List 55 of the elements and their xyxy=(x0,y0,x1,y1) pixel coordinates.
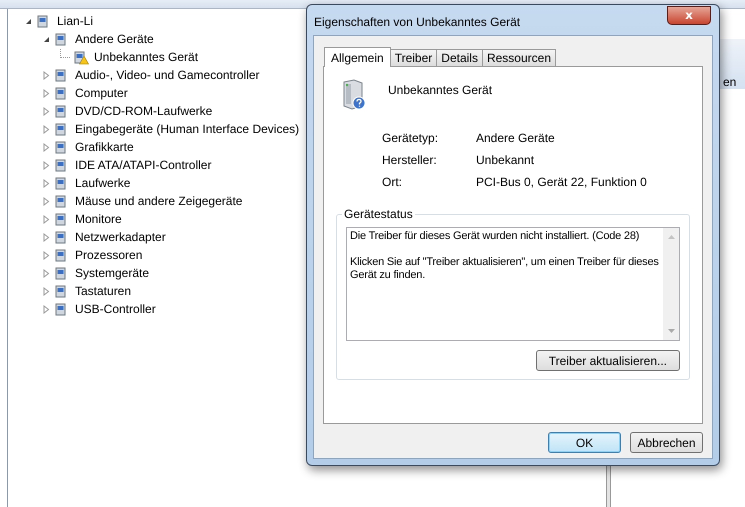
update-driver-button[interactable]: Treiber aktualisieren... xyxy=(536,350,680,371)
device-name: Unbekanntes Gerät xyxy=(388,83,492,97)
expand-arrow-icon[interactable] xyxy=(42,268,51,278)
tree-item-label[interactable]: Prozessoren xyxy=(73,248,142,262)
collapse-arrow-icon[interactable] xyxy=(24,16,33,26)
expand-arrow-icon[interactable] xyxy=(42,70,51,80)
expand-arrow-icon[interactable] xyxy=(42,232,51,242)
tree-item-label[interactable]: Systemgeräte xyxy=(73,266,150,280)
tree-item-label[interactable]: DVD/CD-ROM-Laufwerke xyxy=(73,104,212,118)
expand-arrow-icon[interactable] xyxy=(42,160,51,170)
tree-item-label[interactable]: Netzwerkadapter xyxy=(73,230,166,244)
tree-item-label[interactable]: Tastaturen xyxy=(73,284,132,298)
tree-item-label[interactable]: USB-Controller xyxy=(73,302,156,316)
tree-item-label[interactable]: Audio-, Video- und Gamecontroller xyxy=(73,68,260,82)
tree-item-label[interactable]: Grafikkarte xyxy=(73,140,134,154)
expand-arrow-icon[interactable] xyxy=(42,250,51,260)
tab[interactable]: Details xyxy=(436,49,483,66)
tree-item-label[interactable]: Laufwerke xyxy=(73,176,130,190)
expand-arrow-icon[interactable] xyxy=(42,142,51,152)
expand-arrow-icon[interactable] xyxy=(42,88,51,98)
expand-arrow-icon[interactable] xyxy=(42,196,51,206)
tree-item-label[interactable]: Computer xyxy=(73,86,128,100)
scroll-up-icon[interactable] xyxy=(668,235,674,239)
pane-text: en xyxy=(723,75,738,89)
tree-item-label[interactable]: Unbekanntes Gerät xyxy=(92,50,198,64)
expand-arrow-icon[interactable] xyxy=(42,178,51,188)
tree-item-label[interactable]: Eingabegeräte (Human Interface Devices) xyxy=(73,122,300,136)
expand-arrow-icon[interactable] xyxy=(42,106,51,116)
ok-button[interactable]: OK xyxy=(548,432,621,453)
tree-item-label[interactable]: Andere Geräte xyxy=(73,32,154,46)
tab[interactable]: Treiber xyxy=(390,49,438,66)
expand-arrow-icon[interactable] xyxy=(42,286,51,296)
scrollbar[interactable] xyxy=(663,228,679,340)
window-title: Eigenschaften von Unbekanntes Gerät xyxy=(314,15,520,29)
property-label: Ort: xyxy=(382,175,403,189)
property-value: PCI-Bus 0, Gerät 22, Funktion 0 xyxy=(476,175,648,189)
scroll-down-icon[interactable] xyxy=(668,329,674,333)
tab[interactable]: Ressourcen xyxy=(482,49,556,66)
expand-arrow-icon[interactable] xyxy=(42,124,51,134)
tree-item-label[interactable]: Lian-Li xyxy=(55,14,94,28)
group-title: Gerätestatus xyxy=(343,207,414,221)
expand-arrow-icon[interactable] xyxy=(42,304,51,314)
property-value: Andere Geräte xyxy=(476,131,556,145)
property-label: Hersteller: xyxy=(382,153,438,167)
tree-item-label[interactable]: Monitore xyxy=(73,212,122,226)
tab[interactable]: Allgemein xyxy=(324,47,391,67)
cancel-button[interactable]: Abbrechen xyxy=(630,432,703,453)
status-message: Klicken Sie auf "Treiber aktualisieren", um einen Treiber für dieses Gerät zu finden. xyxy=(350,256,660,282)
property-label: Gerätetyp: xyxy=(382,131,440,145)
status-message: Die Treiber für dieses Gerät wurden nicht installiert. (Code 28) xyxy=(350,230,640,243)
tree-item-label[interactable]: Mäuse und andere Zeigegeräte xyxy=(73,194,242,208)
tree-item-label[interactable]: IDE ATA/ATAPI-Controller xyxy=(73,158,212,172)
expand-arrow-icon[interactable] xyxy=(42,214,51,224)
collapse-arrow-icon[interactable] xyxy=(42,34,51,44)
property-value: Unbekannt xyxy=(476,153,536,167)
